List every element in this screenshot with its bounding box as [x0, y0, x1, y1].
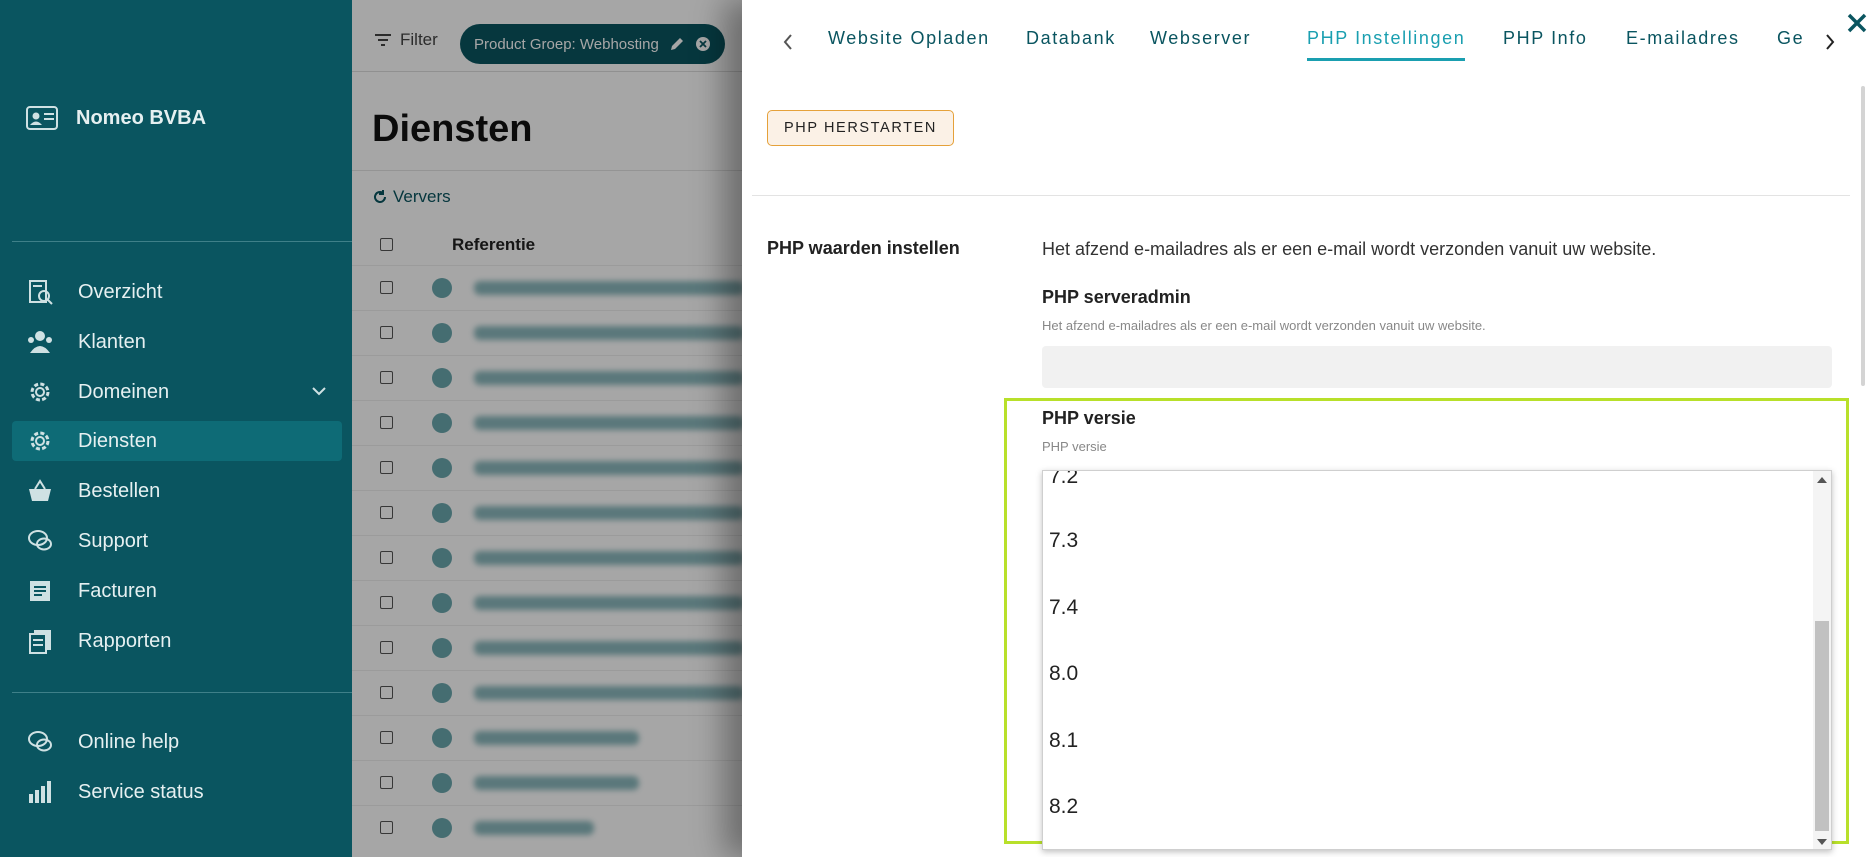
- company-switcher[interactable]: Nomeo BVBA: [26, 104, 206, 132]
- chevron-down-icon: [312, 387, 326, 396]
- scrollbar-thumb[interactable]: [1815, 621, 1829, 831]
- tab-scroll-right-button[interactable]: [1818, 30, 1842, 54]
- sidebar-divider: [12, 692, 352, 693]
- section-title: PHP waarden instellen: [767, 238, 960, 258]
- tab-scroll-area: Website Opladen Databank Webserver PHP I…: [824, 0, 1809, 80]
- php-version-select[interactable]: 7.2 7.3 7.4 8.0 8.1 8.2: [1042, 470, 1832, 850]
- sidebar-item-label: Online help: [78, 730, 180, 753]
- tab-scroll-left-button[interactable]: [776, 30, 800, 54]
- tab-truncated[interactable]: Ge: [1777, 28, 1804, 49]
- chevron-right-icon: [1826, 34, 1835, 50]
- basket-icon: [26, 477, 54, 505]
- php-version-option[interactable]: 8.1: [1049, 729, 1078, 753]
- sidebar-item-diensten[interactable]: Diensten: [12, 421, 342, 461]
- php-restart-button[interactable]: PHP HERSTARTEN: [767, 110, 954, 146]
- sidebar: Nomeo BVBA Overzicht Klanten Domeinen Di…: [0, 0, 352, 857]
- sidebar-item-label: Rapporten: [78, 629, 172, 652]
- select-scrollbar[interactable]: [1813, 471, 1831, 849]
- tab-webserver[interactable]: Webserver: [1150, 28, 1251, 49]
- gear-icon: [26, 378, 54, 406]
- divider: [752, 195, 1850, 196]
- scroll-up-arrow-icon[interactable]: [1817, 477, 1827, 483]
- report-icon: [26, 627, 54, 655]
- panel-scrollbar[interactable]: [1861, 86, 1865, 386]
- id-card-icon: [26, 106, 58, 130]
- help-chat-icon: [26, 728, 54, 756]
- sidebar-item-online-help[interactable]: Online help: [12, 722, 342, 762]
- php-version-option[interactable]: 8.0: [1049, 662, 1078, 686]
- serveradmin-input[interactable]: [1042, 346, 1832, 388]
- sidebar-item-facturen[interactable]: Facturen: [12, 571, 342, 611]
- document-icon: [26, 577, 54, 605]
- sidebar-item-label: Service status: [78, 780, 204, 803]
- company-name: Nomeo BVBA: [76, 106, 207, 129]
- overview-icon: [26, 278, 54, 306]
- sidebar-item-label: Diensten: [78, 429, 157, 452]
- sidebar-item-label: Overzicht: [78, 280, 163, 303]
- sidebar-item-service-status[interactable]: Service status: [12, 772, 342, 812]
- tab-php-instellingen[interactable]: PHP Instellingen: [1307, 28, 1466, 61]
- section-description: Het afzend e-mailadres als er een e-mail…: [1042, 239, 1657, 259]
- sidebar-divider: [12, 241, 352, 242]
- sidebar-item-rapporten[interactable]: Rapporten: [12, 621, 342, 661]
- bar-chart-icon: [26, 778, 54, 806]
- sidebar-item-overzicht[interactable]: Overzicht: [12, 272, 342, 312]
- gear-icon: [26, 427, 54, 455]
- php-version-option[interactable]: 7.4: [1049, 596, 1078, 620]
- sidebar-item-label: Klanten: [78, 330, 146, 353]
- php-version-option[interactable]: 8.2: [1049, 795, 1078, 819]
- sidebar-item-label: Facturen: [78, 579, 157, 602]
- service-detail-panel: Website Opladen Databank Webserver PHP I…: [742, 0, 1876, 857]
- chevron-left-icon: [783, 34, 792, 50]
- php-version-option[interactable]: 7.3: [1049, 529, 1078, 553]
- sidebar-item-label: Support: [78, 529, 149, 552]
- sidebar-item-support[interactable]: Support: [12, 521, 342, 561]
- serveradmin-hint: Het afzend e-mailadres als er een e-mail…: [1042, 318, 1486, 333]
- close-icon[interactable]: [1842, 8, 1872, 38]
- sidebar-item-domeinen[interactable]: Domeinen: [12, 372, 342, 412]
- users-icon: [26, 328, 54, 356]
- tab-databank[interactable]: Databank: [1026, 28, 1116, 49]
- sidebar-item-klanten[interactable]: Klanten: [12, 322, 342, 362]
- scroll-down-arrow-icon[interactable]: [1817, 839, 1827, 845]
- sidebar-item-label: Domeinen: [78, 380, 170, 403]
- serveradmin-label: PHP serveradmin: [1042, 287, 1191, 307]
- tab-bar: Website Opladen Databank Webserver PHP I…: [742, 0, 1876, 80]
- php-version-hint: PHP versie: [1042, 439, 1107, 454]
- php-version-option[interactable]: 7.2: [1049, 471, 1078, 489]
- sidebar-item-label: Bestellen: [78, 479, 161, 502]
- tab-e-mailadres[interactable]: E-mailadres: [1626, 28, 1740, 49]
- tab-website-opladen[interactable]: Website Opladen: [828, 28, 990, 49]
- sidebar-item-bestellen[interactable]: Bestellen: [12, 471, 342, 511]
- chat-icon: [26, 527, 54, 555]
- php-version-label: PHP versie: [1042, 408, 1136, 428]
- tab-php-info[interactable]: PHP Info: [1503, 28, 1588, 49]
